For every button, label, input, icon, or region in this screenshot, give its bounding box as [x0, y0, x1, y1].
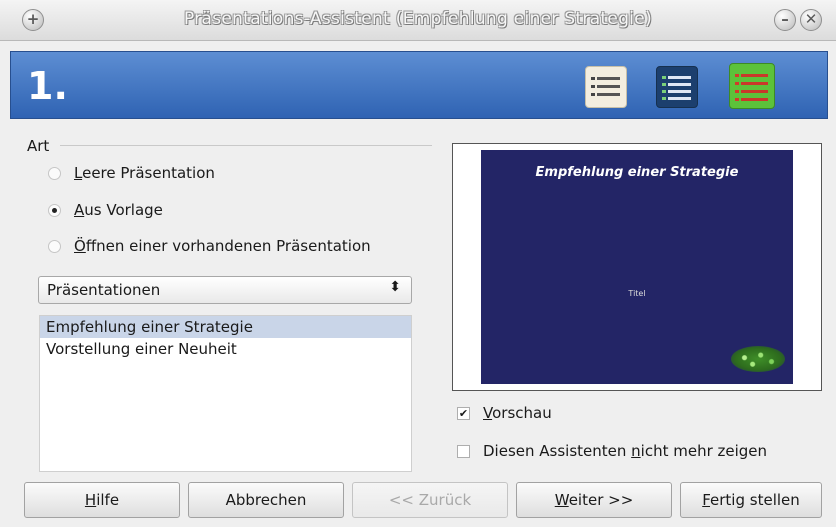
preview-checkbox-row[interactable]: ✔ Vorschau: [457, 402, 552, 424]
select-arrow-icon: ⬍: [389, 279, 401, 295]
list-item[interactable]: Vorstellung einer Neuheit: [40, 338, 411, 360]
category-select[interactable]: Präsentationen ⬍: [38, 276, 412, 304]
preview-checkbox[interactable]: ✔: [457, 406, 470, 420]
step-banner: 1.: [10, 51, 828, 119]
radio-empty-presentation[interactable]: Leere Präsentation: [48, 162, 215, 184]
bulleted-list-icon: [585, 66, 627, 108]
title-bar: + Präsentations-Assistent (Empfehlung ei…: [0, 0, 836, 41]
radio-button[interactable]: [48, 166, 61, 180]
slide-preview: Empfehlung einer Strategie Titel: [481, 150, 793, 384]
radio-open-existing[interactable]: Öffnen einer vorhandenen Präsentation: [48, 235, 371, 257]
dont-show-again-checkbox[interactable]: [457, 444, 470, 458]
radio-label: Leere Präsentation: [74, 164, 215, 182]
radio-label: Aus Vorlage: [74, 201, 163, 219]
radio-button[interactable]: [48, 239, 61, 253]
slide-title: Empfehlung einer Strategie: [535, 165, 739, 180]
help-button[interactable]: Hilfe: [24, 482, 180, 518]
radio-button-selected[interactable]: [48, 203, 61, 217]
dont-show-again-row[interactable]: Diesen Assistenten nicht mehr zeigen: [457, 440, 767, 462]
radio-from-template[interactable]: Aus Vorlage: [48, 199, 163, 221]
window-title: Präsentations-Assistent (Empfehlung eine…: [183, 9, 653, 29]
preview-frame: Empfehlung einer Strategie Titel: [452, 143, 822, 391]
dont-show-again-label: Diesen Assistenten nicht mehr zeigen: [483, 442, 768, 460]
select-value: Präsentationen: [47, 281, 161, 299]
plant-decoration: [731, 346, 785, 372]
minimize-icon[interactable]: –: [774, 9, 796, 31]
green-list-icon: [729, 63, 775, 109]
list-item-selected[interactable]: Empfehlung einer Strategie: [40, 316, 411, 338]
back-button[interactable]: << Zurück: [352, 482, 508, 518]
slide-subtitle: Titel: [628, 289, 646, 298]
blue-list-icon: [656, 66, 698, 108]
step-number: 1.: [27, 64, 68, 108]
group-divider: [60, 145, 432, 146]
template-list[interactable]: Empfehlung einer Strategie Vorstellung e…: [39, 315, 412, 472]
type-group-label: Art: [27, 137, 50, 155]
preview-checkbox-label: Vorschau: [483, 404, 552, 422]
cancel-button[interactable]: Abbrechen: [188, 482, 344, 518]
next-button[interactable]: Weiter >>: [516, 482, 672, 518]
finish-button[interactable]: Fertig stellen: [680, 482, 822, 518]
close-icon[interactable]: ✕: [800, 9, 822, 31]
radio-label: Öffnen einer vorhandenen Präsentation: [74, 237, 371, 255]
